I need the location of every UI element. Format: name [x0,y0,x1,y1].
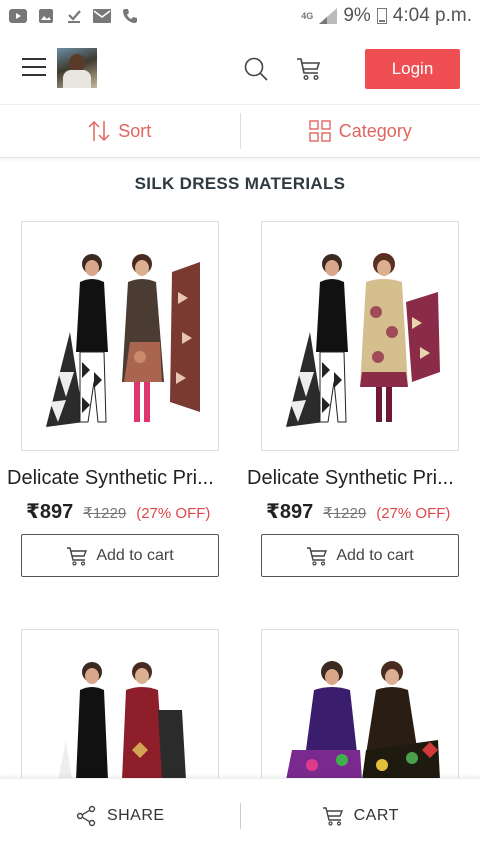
system-status: 4G 9% 4:04 p.m. [301,5,472,27]
discount-badge: (27% OFF) [136,505,211,522]
battery-percent: 9% [343,5,371,26]
original-price: ₹1229 [323,505,367,522]
notification-icons [8,7,140,25]
price: ₹897 [266,501,314,523]
search-icon[interactable] [243,56,269,82]
filter-bar: Sort Category [0,104,480,158]
share-icon [76,805,96,827]
cart-button[interactable]: CART [241,805,480,827]
sort-label: Sort [118,120,152,141]
add-to-cart-button[interactable]: Add to cart [261,534,459,577]
bottom-action-bar: SHARE CART [0,778,480,853]
product-card[interactable]: Delicate Synthetic Pri... ₹897 ₹1229 (27… [247,221,459,577]
price-row: ₹897 ₹1229 (27% OFF) [266,499,476,524]
cart-icon[interactable] [296,56,322,82]
sort-icon [88,120,110,142]
cart-label: CART [353,807,399,824]
product-card[interactable]: Delicate Synthetic Pri... ₹897 ₹1229 (27… [7,221,219,577]
product-image[interactable] [21,221,219,451]
product-image[interactable] [261,221,459,451]
signal-icon [319,8,338,24]
add-to-cart-label: Add to cart [96,546,174,564]
cart-plus-icon [67,546,88,566]
share-label: SHARE [106,807,165,824]
status-bar: 4G 9% 4:04 p.m. [0,0,480,32]
email-icon [92,7,112,25]
original-price: ₹1229 [83,505,127,522]
page-title: SILK DRESS MATERIALS [134,174,346,193]
avatar[interactable] [57,48,97,88]
cart-plus-icon [307,546,328,566]
share-button[interactable]: SHARE [0,805,240,827]
sort-button[interactable]: Sort [0,105,240,157]
app-header: Login [0,40,480,100]
clock: 4:04 p.m. [392,5,472,26]
add-to-cart-label: Add to cart [336,546,414,564]
product-title[interactable]: Delicate Synthetic Pri... [247,467,473,490]
add-to-cart-button[interactable]: Add to cart [21,534,219,577]
gallery-icon [36,7,56,25]
product-title[interactable]: Delicate Synthetic Pri... [7,467,233,490]
category-label: Category [338,120,412,141]
menu-icon[interactable] [22,58,46,76]
network-type: 4G [301,11,314,21]
price-row: ₹897 ₹1229 (27% OFF) [26,499,236,524]
phone-icon [120,7,140,25]
price: ₹897 [26,501,74,523]
youtube-icon [8,7,28,25]
login-button[interactable]: Login [365,49,460,89]
cart-icon [322,807,343,826]
category-button[interactable]: Category [241,105,480,157]
battery-icon [376,8,387,24]
download-done-icon [64,7,84,25]
discount-badge: (27% OFF) [376,505,451,522]
grid-icon [309,120,331,142]
